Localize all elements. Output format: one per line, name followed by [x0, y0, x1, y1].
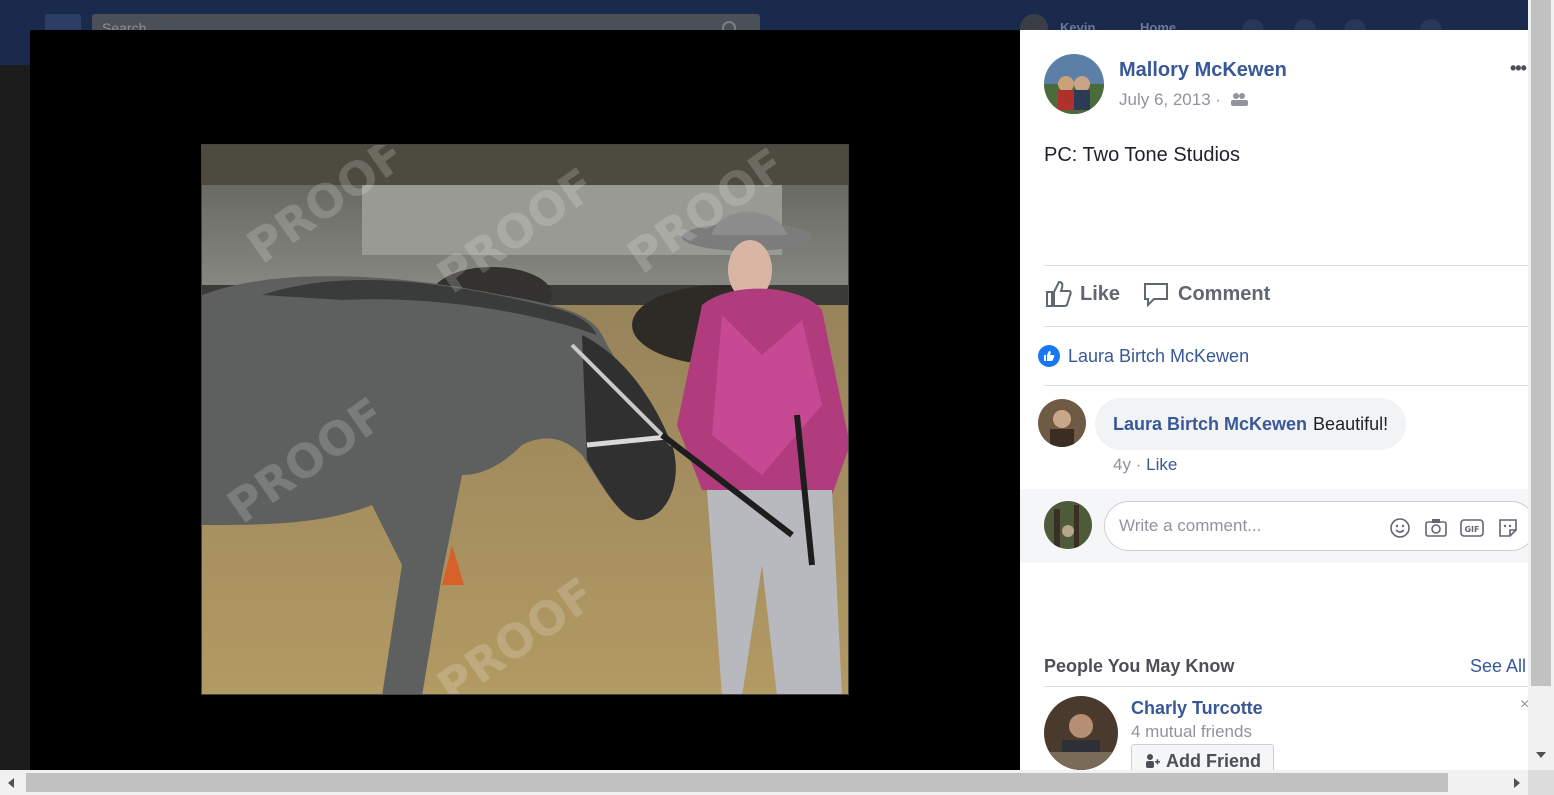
composer-icons: GIF: [1387, 515, 1521, 541]
post-date-link[interactable]: July 6, 2013: [1119, 90, 1211, 109]
comment-meta: 4y · Like: [1113, 455, 1177, 475]
post-options-button[interactable]: •••: [1510, 58, 1527, 79]
mutual-friends-count[interactable]: 4 mutual friends: [1131, 722, 1252, 742]
divider: [1044, 326, 1528, 327]
horizontal-scrollbar[interactable]: [0, 770, 1528, 795]
photo-theater[interactable]: PROOF PROOF PROOF PROOF PROOF: [30, 30, 1020, 770]
post-caption: PC: Two Tone Studios: [1044, 144, 1241, 166]
comment-composer: Write a comment... GIF: [1020, 489, 1528, 563]
meta-separator: ·: [1215, 90, 1222, 109]
svg-text:GIF: GIF: [1464, 525, 1479, 534]
comment-text: Beautiful!: [1313, 413, 1389, 434]
comment-label: Comment: [1178, 282, 1271, 305]
author-name-link[interactable]: Mallory McKewen: [1119, 59, 1287, 82]
divider: [1044, 265, 1528, 266]
comment-bubble-icon: [1144, 283, 1168, 308]
friends-audience-icon[interactable]: [1230, 91, 1248, 111]
scroll-down-arrow-icon[interactable]: [1536, 752, 1546, 758]
scrollbar-corner: [1528, 770, 1554, 795]
add-friend-icon: [1146, 754, 1160, 768]
divider: [1044, 385, 1528, 386]
suggested-person-name[interactable]: Charly Turcotte: [1131, 698, 1263, 719]
add-friend-label: Add Friend: [1166, 750, 1261, 771]
like-label: Like: [1080, 282, 1121, 305]
comment-meta-separator: ·: [1135, 455, 1142, 474]
vertical-scrollbar-thumb[interactable]: [1531, 0, 1551, 686]
comment-like-link[interactable]: Like: [1146, 455, 1177, 474]
comment-bubble: Laura Birtch McKewen Beautiful!: [1095, 398, 1407, 450]
reactions-summary[interactable]: Laura Birtch McKewen: [1038, 345, 1249, 367]
comment-input[interactable]: Write a comment... GIF: [1104, 501, 1528, 551]
camera-icon[interactable]: [1423, 515, 1449, 541]
see-all-link[interactable]: See All: [1470, 656, 1526, 677]
people-you-may-know-title: People You May Know: [1044, 656, 1235, 676]
horse-photo-image: PROOF PROOF PROOF PROOF PROOF: [202, 145, 848, 694]
scroll-left-arrow-icon[interactable]: [8, 778, 14, 788]
thumbs-up-icon: [1046, 280, 1072, 307]
post-photo[interactable]: PROOF PROOF PROOF PROOF PROOF: [201, 144, 849, 695]
like-reaction-icon: [1038, 345, 1060, 367]
comment-button[interactable]: Comment: [1142, 280, 1270, 308]
post-meta: July 6, 2013 ·: [1119, 90, 1248, 111]
horizontal-scrollbar-thumb[interactable]: [26, 773, 1448, 792]
sticker-icon[interactable]: [1495, 515, 1521, 541]
suggested-person-avatar[interactable]: [1044, 696, 1118, 770]
post-details-panel: Mallory McKewen July 6, 2013 · ••• PC: T…: [1020, 30, 1528, 770]
divider: [1044, 686, 1528, 687]
dismiss-suggestion-button[interactable]: ×: [1520, 696, 1528, 714]
gif-icon[interactable]: GIF: [1459, 515, 1485, 541]
current-user-avatar: [1044, 501, 1092, 549]
add-friend-button[interactable]: Add Friend: [1131, 744, 1274, 770]
reactions-names[interactable]: Laura Birtch McKewen: [1068, 346, 1249, 367]
comment-author-link[interactable]: Laura Birtch McKewen: [1113, 414, 1307, 435]
commenter-avatar[interactable]: [1038, 399, 1086, 447]
like-button[interactable]: Like: [1044, 280, 1120, 308]
author-avatar[interactable]: [1044, 54, 1104, 114]
comment-input-placeholder: Write a comment...: [1119, 516, 1262, 535]
vertical-scrollbar[interactable]: [1528, 0, 1554, 770]
comment-age[interactable]: 4y: [1113, 455, 1131, 474]
scroll-right-arrow-icon[interactable]: [1514, 778, 1520, 788]
emoji-icon[interactable]: [1387, 515, 1413, 541]
